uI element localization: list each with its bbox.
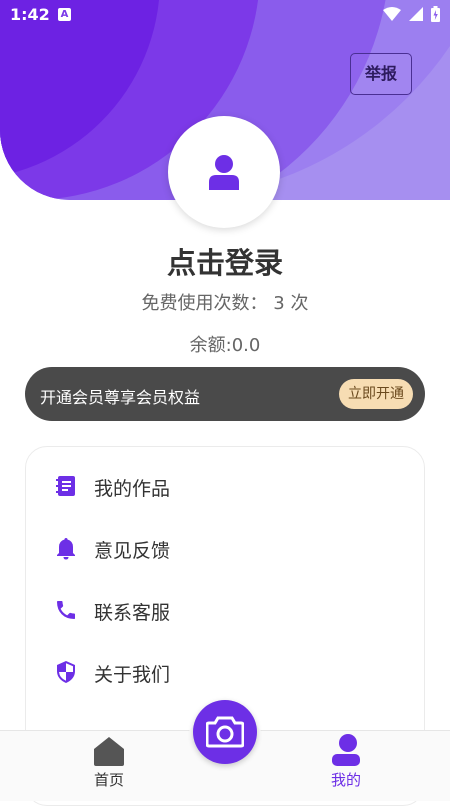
- menu-item-label: 关于我们: [94, 664, 171, 686]
- vip-banner-text: 开通会员尊享会员权益: [40, 388, 201, 407]
- menu-item-label: 意见反馈: [94, 540, 171, 562]
- works-icon: [56, 476, 75, 496]
- shield-icon: [57, 661, 75, 683]
- menu-item-about-us[interactable]: 关于我们: [26, 647, 426, 697]
- notification-badge: A: [58, 8, 71, 21]
- menu-item-feedback[interactable]: 意见反馈: [26, 523, 426, 573]
- user-icon: [209, 155, 239, 190]
- home-icon: [94, 737, 124, 766]
- report-button[interactable]: 举报: [350, 53, 412, 95]
- profile-icon: [332, 734, 360, 766]
- avatar[interactable]: [168, 116, 280, 228]
- balance-text: 余额:0.0: [189, 335, 261, 356]
- menu-item-customer-service[interactable]: 联系客服: [26, 585, 426, 635]
- status-time: 1:42: [10, 5, 50, 24]
- menu-item-label: 我的作品: [94, 478, 171, 500]
- menu-item-label: 联系客服: [94, 602, 171, 624]
- phone-icon: [57, 601, 75, 619]
- status-bar: 1:42 A: [0, 0, 450, 30]
- camera-icon: [206, 716, 244, 748]
- nav-mine[interactable]: 我的: [306, 734, 386, 790]
- nav-home[interactable]: 首页: [69, 734, 149, 790]
- camera-button[interactable]: [193, 700, 257, 764]
- nav-mine-label: 我的: [330, 771, 361, 789]
- login-title[interactable]: 点击登录: [0, 240, 450, 282]
- activate-vip-button[interactable]: 立即开通: [339, 379, 413, 409]
- vip-banner[interactable]: 开通会员尊享会员权益 立即开通: [25, 367, 425, 421]
- nav-home-label: 首页: [93, 771, 124, 789]
- menu-item-my-works[interactable]: 我的作品: [26, 461, 426, 511]
- free-usage-count: 免费使用次数： 3 次: [141, 293, 309, 314]
- wifi-icon: [383, 7, 401, 21]
- signal-icon: [409, 7, 423, 21]
- bell-icon: [57, 538, 75, 560]
- battery-icon: [431, 6, 440, 22]
